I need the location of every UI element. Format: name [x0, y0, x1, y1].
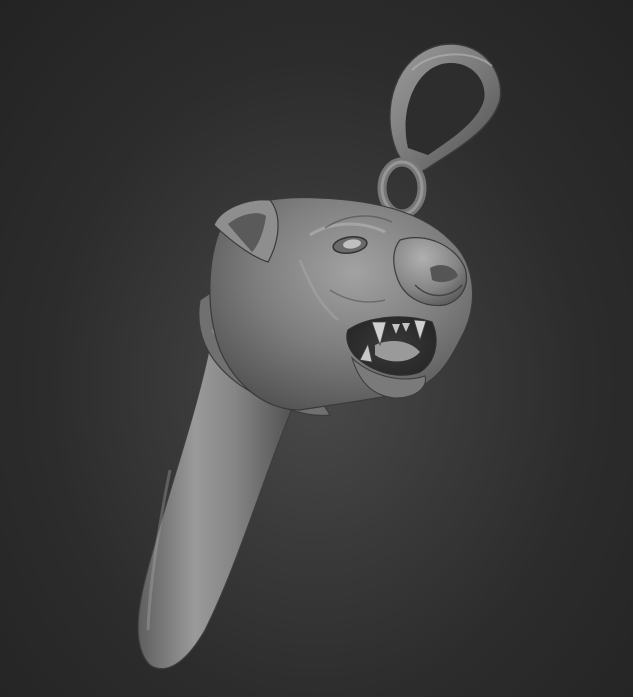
model-render	[137, 43, 502, 670]
bail-loop	[389, 43, 502, 173]
sculpt-viewport[interactable]	[0, 0, 633, 697]
jump-ring	[377, 157, 427, 219]
